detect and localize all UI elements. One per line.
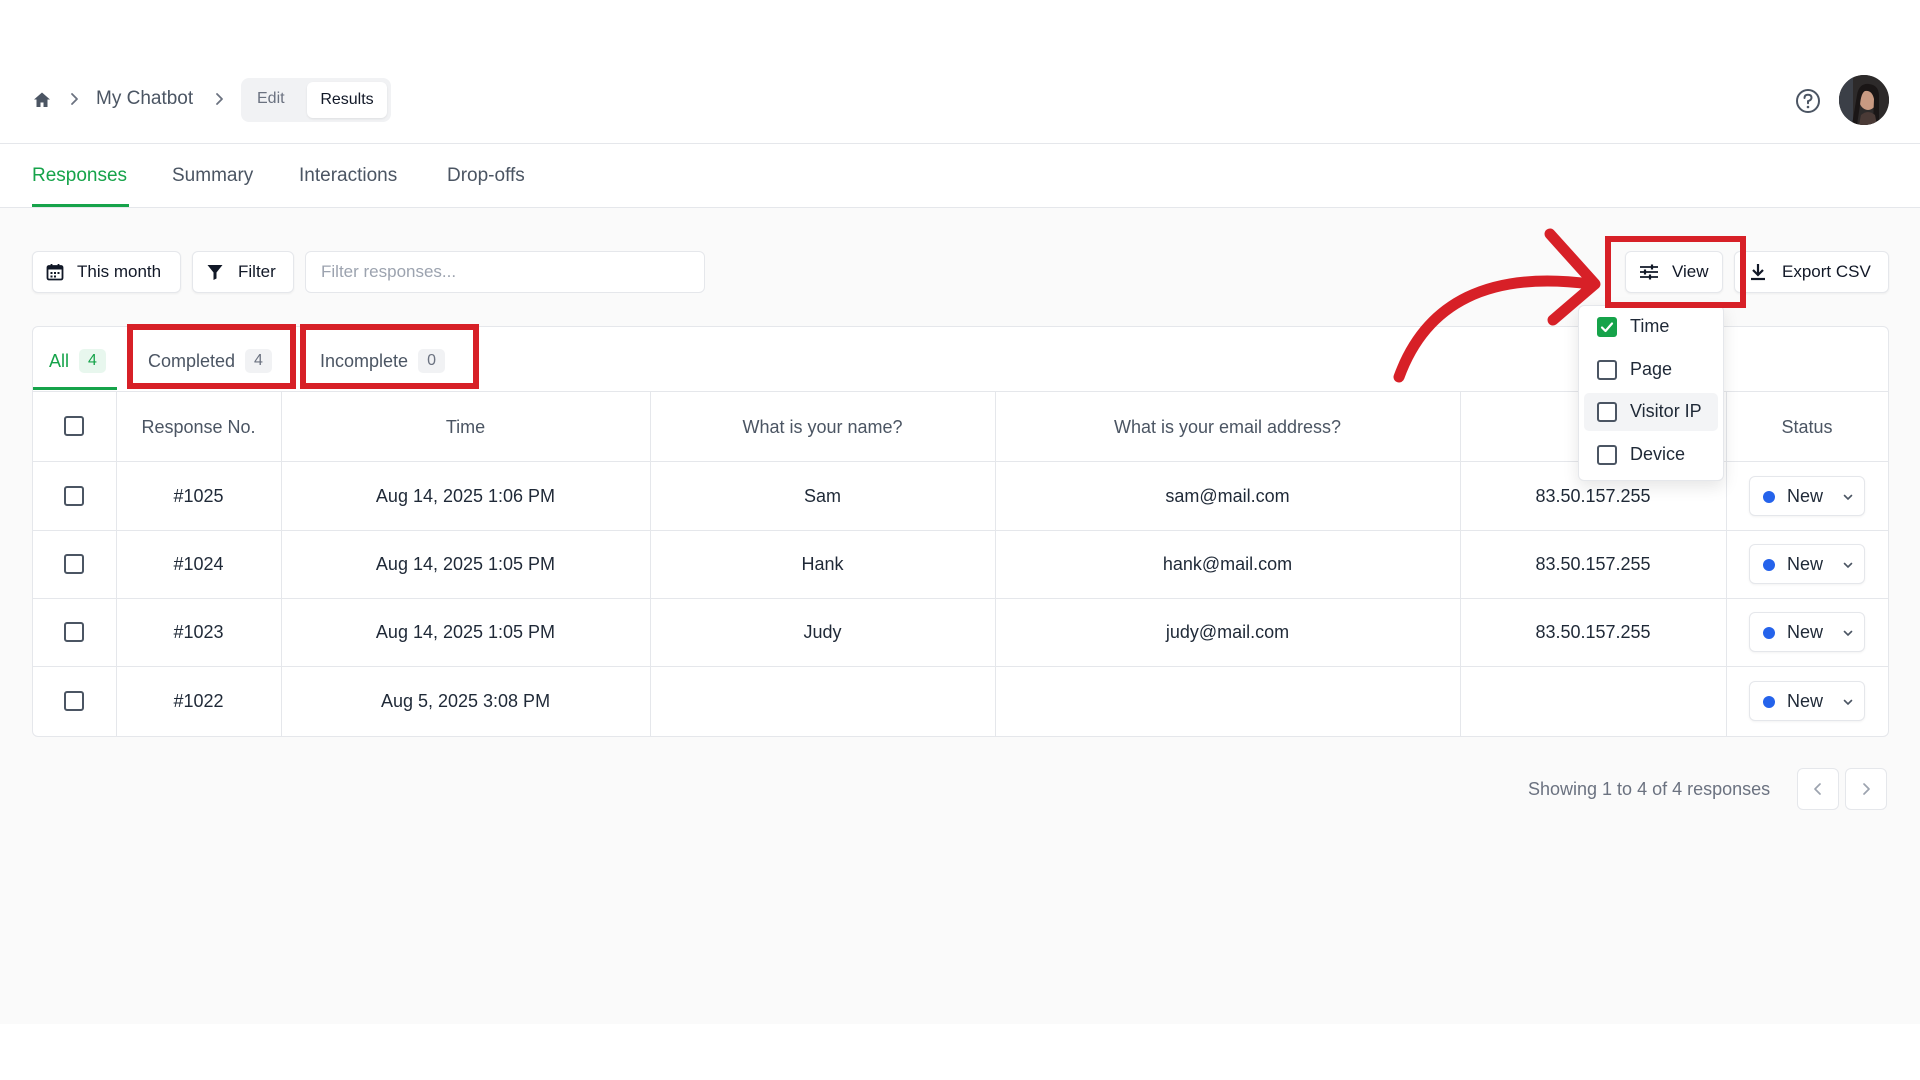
cell-email: judy@mail.com xyxy=(1165,621,1290,642)
cell-response-no: #1025 xyxy=(173,485,224,506)
user-avatar[interactable] xyxy=(1839,75,1889,125)
pagination-summary: Showing 1 to 4 of 4 responses xyxy=(1528,779,1771,799)
previous-page-button[interactable] xyxy=(1797,768,1839,810)
filter-label: Filter xyxy=(238,262,276,281)
top-header xyxy=(0,0,1920,144)
status-dot xyxy=(1763,696,1775,708)
cell-visitor-ip: 83.50.157.255 xyxy=(1535,621,1651,642)
row-checkbox[interactable] xyxy=(64,554,84,574)
filter-tab-all-count: 4 xyxy=(79,349,106,373)
chevron-down-icon xyxy=(1843,494,1853,501)
chevron-right-icon xyxy=(1863,783,1870,795)
tab-summary[interactable]: Summary xyxy=(172,165,253,187)
status-dropdown[interactable]: New xyxy=(1749,544,1865,584)
active-filter-tab-indicator xyxy=(33,387,117,390)
status-dot xyxy=(1763,627,1775,639)
menu-item-page-label: Page xyxy=(1630,359,1673,379)
status-dot xyxy=(1763,491,1775,503)
active-tab-indicator xyxy=(32,204,129,207)
column-header-response-no[interactable]: Response No. xyxy=(116,392,281,462)
filter-tab-all-label: All xyxy=(49,350,70,371)
checkbox-visitor-ip[interactable] xyxy=(1597,402,1617,422)
tab-drop-offs[interactable]: Drop-offs xyxy=(447,165,525,187)
export-csv-button[interactable]: Export CSV xyxy=(1734,251,1889,293)
annotation-highlight-completed xyxy=(127,324,296,389)
date-range-label: This month xyxy=(77,262,162,281)
cell-email xyxy=(995,667,1460,735)
status-label: New xyxy=(1787,554,1824,574)
status-label: New xyxy=(1787,622,1824,642)
chevron-down-icon xyxy=(1843,630,1853,637)
status-dropdown[interactable]: New xyxy=(1749,612,1865,652)
chevron-down-icon xyxy=(1843,562,1853,569)
filter-button[interactable]: Filter xyxy=(192,251,294,293)
cell-name xyxy=(650,667,995,735)
menu-item-visitor-ip-label: Visitor IP xyxy=(1630,401,1702,421)
status-dropdown[interactable]: New xyxy=(1749,476,1865,516)
chevron-right-icon xyxy=(216,93,223,105)
next-page-button[interactable] xyxy=(1845,768,1887,810)
row-checkbox[interactable] xyxy=(64,691,84,711)
column-header-status[interactable]: Status xyxy=(1726,392,1888,462)
cell-response-no: #1022 xyxy=(173,690,224,711)
annotation-arrow-icon xyxy=(1393,228,1601,383)
cell-visitor-ip xyxy=(1460,667,1726,735)
mode-results-button[interactable]: Results xyxy=(307,82,387,118)
cell-time: Aug 14, 2025 1:06 PM xyxy=(375,485,556,506)
funnel-icon xyxy=(207,265,223,280)
tab-responses[interactable]: Responses xyxy=(32,165,127,187)
annotation-highlight-incomplete xyxy=(300,324,479,389)
cell-visitor-ip: 83.50.157.255 xyxy=(1535,553,1651,574)
breadcrumb-chatbot-title[interactable]: My Chatbot xyxy=(96,88,193,110)
status-dropdown[interactable]: New xyxy=(1749,681,1865,721)
row-checkbox[interactable] xyxy=(64,486,84,506)
checkbox-device[interactable] xyxy=(1597,445,1617,465)
cell-name: Hank xyxy=(801,553,844,574)
menu-item-device-label: Device xyxy=(1630,444,1686,464)
column-header-time[interactable]: Time xyxy=(281,392,650,462)
cell-name: Judy xyxy=(803,621,842,642)
home-icon[interactable] xyxy=(32,90,52,110)
chevron-down-icon xyxy=(1843,699,1853,706)
status-label: New xyxy=(1787,691,1824,711)
column-header-email[interactable]: What is your email address? xyxy=(995,392,1460,462)
annotation-highlight-view xyxy=(1605,236,1746,308)
cell-email: hank@mail.com xyxy=(1162,553,1293,574)
select-all-checkbox[interactable] xyxy=(64,416,84,436)
filter-responses-input[interactable] xyxy=(305,251,705,293)
status-label: New xyxy=(1787,486,1824,506)
cell-response-no: #1023 xyxy=(173,621,224,642)
export-csv-label: Export CSV xyxy=(1782,262,1871,281)
cell-response-no: #1024 xyxy=(173,553,224,574)
tab-interactions[interactable]: Interactions xyxy=(299,165,397,187)
cell-time: Aug 5, 2025 3:08 PM xyxy=(380,690,551,711)
row-checkbox[interactable] xyxy=(64,622,84,642)
chevron-left-icon xyxy=(1814,783,1821,795)
results-tabs-bar xyxy=(0,144,1920,208)
calendar-icon xyxy=(46,264,64,281)
chevron-right-icon xyxy=(71,93,78,105)
status-dot xyxy=(1763,559,1775,571)
cell-name: Sam xyxy=(803,485,841,506)
mode-edit-button[interactable]: Edit xyxy=(257,90,285,108)
date-range-button[interactable]: This month xyxy=(32,251,181,293)
menu-item-time-label: Time xyxy=(1630,316,1670,336)
help-icon[interactable] xyxy=(1795,88,1821,114)
download-icon xyxy=(1751,264,1765,281)
cell-time: Aug 14, 2025 1:05 PM xyxy=(375,553,556,574)
cell-email: sam@mail.com xyxy=(1165,485,1290,506)
cell-time: Aug 14, 2025 1:05 PM xyxy=(375,621,556,642)
column-header-name[interactable]: What is your name? xyxy=(650,392,995,462)
filter-tab-all[interactable]: All 4 xyxy=(49,349,106,373)
